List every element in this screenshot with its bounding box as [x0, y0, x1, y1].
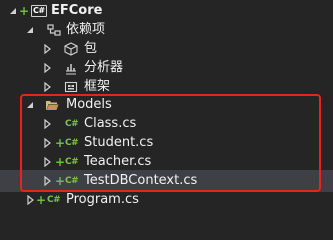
framework-icon — [64, 80, 78, 94]
tree-item-program-file[interactable]: + C# Program.cs — [0, 189, 333, 211]
folder-open-icon — [45, 98, 59, 112]
collapsed-arrow-icon[interactable] — [42, 44, 52, 54]
collapsed-arrow-icon[interactable] — [42, 82, 52, 92]
collapsed-arrow-icon[interactable] — [42, 157, 52, 167]
expanded-arrow-icon[interactable] — [8, 6, 18, 16]
solution-explorer-tree: + C# EFCore 依赖项 包 分析器 框架 Models C# Class… — [0, 0, 333, 210]
analyzer-icon — [64, 61, 78, 75]
expanded-arrow-icon[interactable] — [25, 25, 35, 35]
package-icon — [64, 42, 78, 56]
collapsed-arrow-icon[interactable] — [42, 138, 52, 148]
collapsed-arrow-icon[interactable] — [42, 63, 52, 73]
collapsed-arrow-icon[interactable] — [25, 195, 35, 205]
file-label: Program.cs — [66, 192, 139, 207]
collapsed-arrow-icon[interactable] — [42, 119, 52, 129]
csharp-project-icon: C# — [31, 5, 47, 17]
dependencies-icon — [47, 23, 61, 37]
collapsed-arrow-icon[interactable] — [42, 176, 52, 186]
csharp-file-icon: C# — [47, 195, 61, 205]
git-added-icon: + — [36, 193, 47, 207]
expanded-arrow-icon[interactable] — [25, 100, 35, 110]
